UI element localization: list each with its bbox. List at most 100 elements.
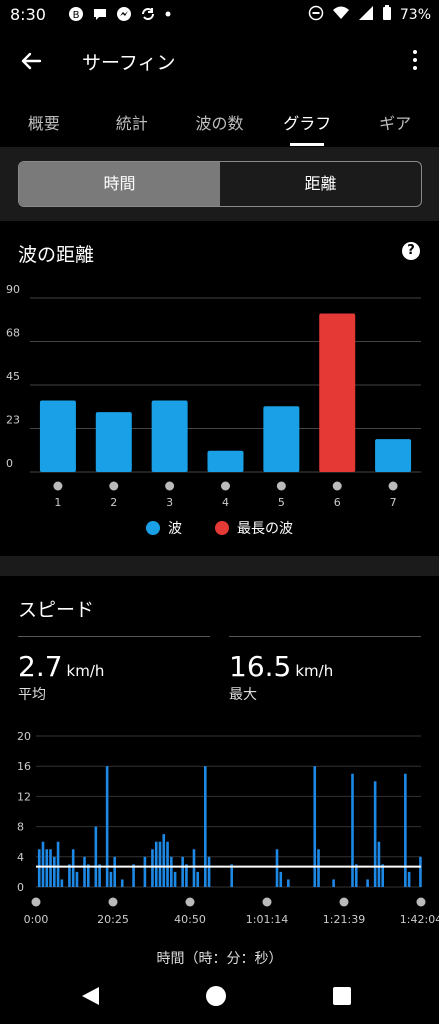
speed-bar (366, 879, 369, 887)
page-title: サーフィン (82, 52, 176, 74)
status-right: 73% (308, 5, 431, 25)
x-tick-label: 4 (222, 496, 229, 509)
x-tick-label: 1:01:14 (246, 913, 288, 926)
arrow-left-icon (21, 52, 42, 70)
speed-bar (83, 856, 86, 887)
x-tick-dot (185, 897, 195, 907)
y-tick-label: 68 (6, 327, 20, 340)
speed-bar (332, 879, 335, 887)
circle-home-icon (206, 986, 226, 1006)
legend-longest-label: 最長の波 (236, 521, 293, 537)
speed-bar (377, 841, 381, 887)
tab-gear[interactable]: ギア (351, 100, 439, 146)
tab-graph[interactable]: グラフ (263, 100, 351, 146)
speed-bar (313, 766, 317, 887)
x-tick-label: 7 (390, 496, 397, 509)
speed-bar (143, 856, 147, 887)
speed-chart: 0 4 8 12 16 20 0:00 20:25 40:50 1:01:14 1:21:39 1:… (17, 730, 439, 926)
y-tick-label: 23 (6, 414, 20, 427)
x-tick-dot (339, 897, 349, 907)
speed-bar (279, 871, 283, 887)
max-speed-value: 16.5 (229, 650, 292, 683)
x-tick-dot (109, 481, 119, 491)
bar (263, 406, 300, 472)
nav-home-button[interactable] (205, 985, 227, 1011)
speed-bar (37, 849, 41, 887)
help-icon[interactable]: ? (402, 242, 420, 260)
avg-speed: 2.7 km/h (18, 650, 104, 683)
speed-x-axis-label: 時間（時：分：秒） (156, 951, 283, 967)
speed-bar (192, 849, 196, 887)
tab-bar: 概要 統計 波の数 グラフ ギア (0, 100, 439, 146)
x-tick-label: 6 (334, 496, 341, 509)
app-bar: サーフィン (0, 30, 439, 90)
more-menu-button[interactable] (405, 46, 425, 74)
speed-bar (45, 849, 49, 887)
x-tick-label: 5 (278, 496, 285, 509)
avg-divider (18, 636, 210, 637)
y-tick-label: 12 (17, 790, 31, 803)
chat-icon (92, 6, 108, 26)
speed-bar (86, 864, 90, 887)
more-notifications-icon (164, 6, 172, 26)
speed-bar (170, 856, 173, 887)
y-tick-label: 45 (6, 370, 20, 383)
bar (95, 412, 132, 472)
avg-speed-unit: km/h (66, 662, 105, 680)
speed-bar (162, 834, 166, 887)
avg-speed-value: 2.7 (18, 650, 63, 683)
speed-bar (404, 773, 407, 887)
speed-bar (53, 856, 56, 887)
speed-bar (207, 856, 211, 887)
speed-bar (60, 879, 64, 887)
square-recents-icon (333, 987, 351, 1005)
x-tick-label: 3 (166, 496, 173, 509)
speed-bar (94, 826, 98, 887)
speed-bar (56, 841, 60, 887)
tab-overview[interactable]: 概要 (0, 100, 88, 146)
section-divider (0, 556, 439, 576)
toggle-section: 時間 距離 (0, 147, 439, 221)
y-tick-label: 8 (17, 821, 24, 834)
speed-bar (230, 864, 234, 887)
bar (39, 400, 76, 472)
speed-bar (185, 864, 188, 887)
speed-bar (287, 879, 290, 887)
speed-bar (381, 864, 385, 887)
toggle-distance[interactable]: 距離 (220, 162, 421, 206)
status-bar: 8:30 B 73% (0, 0, 439, 30)
speed-bar (98, 864, 101, 887)
x-tick-dot (332, 481, 342, 491)
x-tick-label: 1 (54, 496, 61, 509)
x-tick-dot (388, 481, 398, 491)
tab-wave-count[interactable]: 波の数 (176, 100, 264, 146)
speed-bar (181, 856, 184, 887)
status-time: 8:30 (10, 5, 46, 24)
speed-bar (41, 841, 45, 887)
bar (375, 439, 412, 472)
x-tick-dot (165, 481, 175, 491)
nav-back-button[interactable] (79, 985, 101, 1011)
svg-text:B: B (73, 10, 80, 21)
y-tick-label: 20 (17, 730, 31, 743)
x-tick-dot (416, 897, 426, 907)
messenger-icon (116, 6, 132, 26)
wave-legend: 波 最長の波 (0, 518, 439, 538)
system-nav-bar (0, 970, 439, 1024)
legend-wave-swatch (146, 521, 161, 535)
nav-recents-button[interactable] (332, 986, 352, 1010)
legend-wave-label: 波 (168, 521, 183, 537)
speed-bar (354, 864, 358, 887)
max-speed-label: 最大 (229, 687, 257, 703)
x-tick-label: 1:21:39 (323, 913, 365, 926)
tab-stats[interactable]: 統計 (88, 100, 176, 146)
legend-longest-swatch (214, 521, 229, 535)
sync-icon (140, 6, 156, 26)
bar (319, 313, 356, 472)
speed-bar (109, 871, 113, 887)
speed-bar (151, 849, 154, 887)
x-tick-dot (276, 481, 286, 491)
toggle-time[interactable]: 時間 (19, 162, 220, 206)
back-button[interactable] (14, 44, 48, 78)
x-tick-dot (221, 481, 230, 491)
